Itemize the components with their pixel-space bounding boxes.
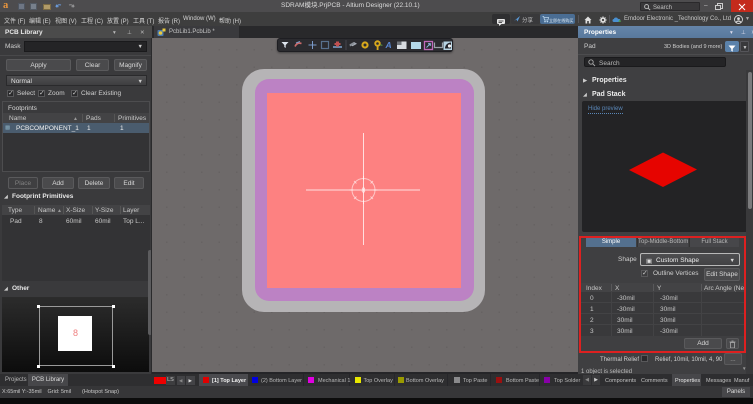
svg-text:8: 8 [362, 188, 366, 195]
svg-text:A: A [385, 40, 392, 50]
